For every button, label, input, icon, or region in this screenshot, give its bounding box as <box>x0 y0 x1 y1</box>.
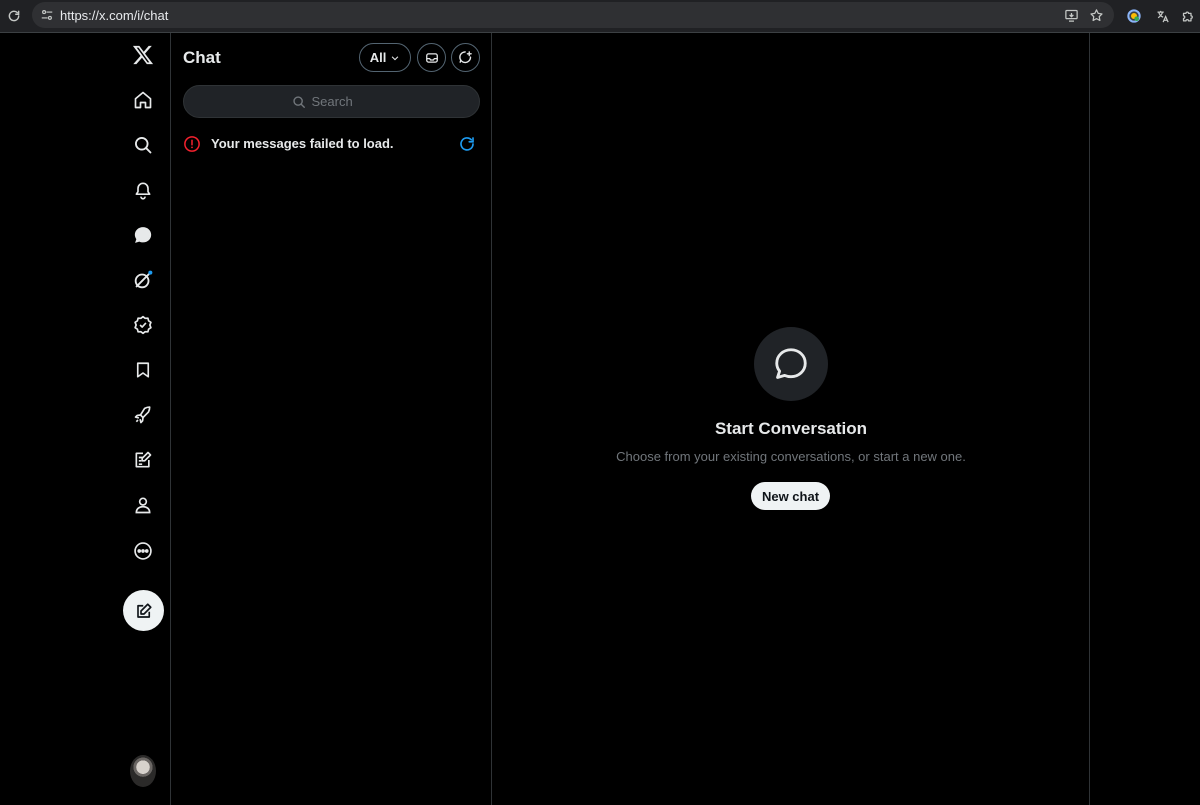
search-bar[interactable] <box>183 85 480 118</box>
more-circle-icon[interactable] <box>121 529 165 573</box>
person-icon[interactable] <box>121 483 165 527</box>
compose-button[interactable] <box>123 590 164 631</box>
verified-badge-icon[interactable] <box>121 303 165 347</box>
browser-toolbar: https://x.com/i/chat <box>0 0 1200 33</box>
chat-bubble-icon[interactable] <box>121 213 165 257</box>
home-icon[interactable] <box>121 78 165 122</box>
install-app-icon[interactable] <box>1062 6 1080 24</box>
reload-icon[interactable] <box>4 6 24 26</box>
site-info-icon[interactable] <box>38 6 56 24</box>
conversation-pane: Start Conversation Choose from your exis… <box>492 33 1090 805</box>
extensions-puzzle-icon[interactable] <box>1178 6 1198 26</box>
article-edit-icon[interactable] <box>121 438 165 482</box>
url-text[interactable]: https://x.com/i/chat <box>60 8 168 23</box>
page-title: Chat <box>183 48 221 67</box>
search-input[interactable] <box>311 94 372 109</box>
inbox-icon <box>425 52 438 63</box>
address-bar[interactable]: https://x.com/i/chat <box>32 2 1114 28</box>
profile-icon[interactable] <box>1124 6 1144 26</box>
empty-state-title: Start Conversation <box>714 419 868 438</box>
avatar[interactable] <box>130 755 156 787</box>
x-logo[interactable] <box>121 33 165 77</box>
filter-dropdown[interactable]: All <box>359 43 411 72</box>
new-chat-icon <box>459 51 472 64</box>
compose-icon <box>136 602 152 618</box>
bookmark-icon[interactable] <box>121 348 165 392</box>
translate-extension-icon[interactable] <box>1152 6 1172 26</box>
chevron-down-icon <box>392 55 399 60</box>
chat-list-pane: Chat All Your messages failed to load. <box>171 33 492 805</box>
empty-state-subtitle: Choose from your existing conversations,… <box>616 449 966 464</box>
retry-icon[interactable] <box>458 135 476 153</box>
bell-icon[interactable] <box>121 168 165 212</box>
message-requests-button[interactable] <box>417 43 446 72</box>
chat-bubble-icon <box>775 348 807 379</box>
new-message-button[interactable] <box>451 43 480 72</box>
search-icon <box>292 95 305 108</box>
empty-state-illustration <box>754 327 828 401</box>
primary-navigation <box>0 33 171 805</box>
new-chat-button[interactable]: New chat <box>751 482 830 510</box>
search-icon[interactable] <box>121 123 165 167</box>
bookmark-star-icon[interactable] <box>1087 6 1105 24</box>
error-text: Your messages failed to load. <box>211 136 394 151</box>
error-message-row: Your messages failed to load. <box>183 134 480 154</box>
filter-label: All <box>369 50 387 65</box>
rocket-icon[interactable] <box>121 393 165 437</box>
error-alert-icon <box>184 136 200 152</box>
grok-icon[interactable] <box>121 258 165 302</box>
